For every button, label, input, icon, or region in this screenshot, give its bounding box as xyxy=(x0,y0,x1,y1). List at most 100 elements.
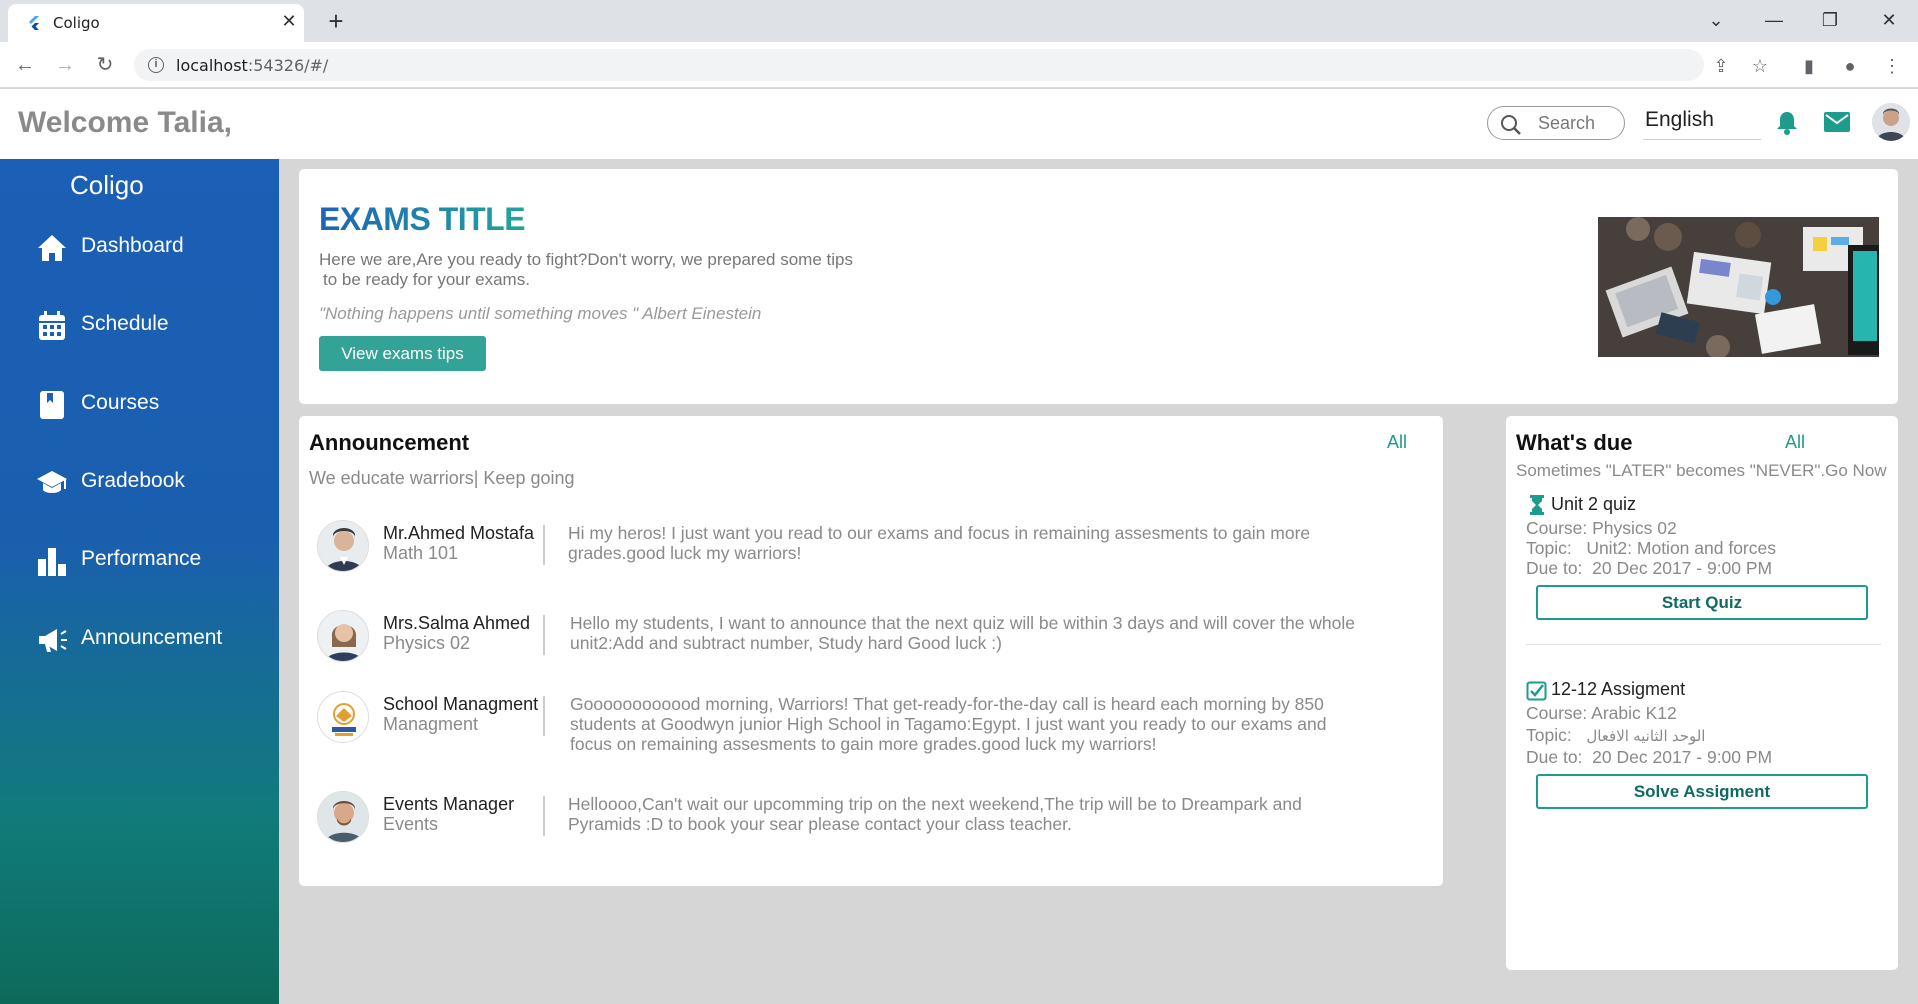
sidebar-item-courses[interactable]: Courses xyxy=(0,380,279,428)
hero-text-line: to be ready for your exams. xyxy=(323,270,530,289)
user-avatar[interactable] xyxy=(1872,103,1910,141)
list-item[interactable]: School Managment Managment Goooooooooood… xyxy=(317,686,1427,754)
due-item-topic: Topic: Unit2: Motion and forces xyxy=(1526,538,1776,559)
due-label: Due to: xyxy=(1526,558,1583,578)
avatar xyxy=(317,610,369,662)
list-item[interactable]: Mrs.Salma Ahmed Physics 02 Hello my stud… xyxy=(317,605,1427,667)
welcome-text: Welcome Talia, xyxy=(18,106,232,139)
url-path: :54326/#/ xyxy=(247,56,329,75)
calendar-icon xyxy=(39,311,65,340)
list-item[interactable]: Mr.Ahmed Mostafa Math 101 Hi my heros! I… xyxy=(317,515,1427,577)
sidebar-item-announcement[interactable]: Announcement xyxy=(0,615,279,663)
view-exams-tips-button[interactable]: View exams tips xyxy=(319,336,486,371)
sidebar: Coligo Dashboard Schedule Courses Gradeb… xyxy=(0,159,279,1004)
site-info-icon[interactable]: i xyxy=(148,57,164,73)
url-input[interactable]: i localhost:54326/#/ xyxy=(134,49,1704,81)
divider xyxy=(543,796,545,836)
announcement-message: Goooooooooood morning, Warriors! That ge… xyxy=(570,694,1327,754)
sidebar-item-label: Announcement xyxy=(81,626,223,649)
flutter-icon xyxy=(29,16,39,30)
divider xyxy=(543,615,545,655)
whats-due-all-link[interactable]: All xyxy=(1785,432,1805,453)
divider xyxy=(543,525,545,565)
due-label: Due to: xyxy=(1526,747,1583,767)
browser-tab-bar: Coligo ✕ + ⌄ — ❐ ✕ xyxy=(0,0,1918,42)
reload-icon[interactable]: ↻ xyxy=(90,50,120,80)
topic-value: الوحد الثانيه الافعال xyxy=(1586,728,1706,745)
app-header: Welcome Talia, Search English xyxy=(0,89,1918,159)
sidebar-item-schedule[interactable]: Schedule xyxy=(0,301,279,349)
avatar xyxy=(317,791,369,843)
announcer-name: Events Manager xyxy=(383,794,515,814)
close-tab-icon[interactable]: ✕ xyxy=(278,10,300,32)
announcer-name: Mrs.Salma Ahmed xyxy=(383,613,531,633)
hourglass-icon xyxy=(1530,495,1544,515)
due-value: 20 Dec 2017 - 9:00 PM xyxy=(1592,558,1773,578)
graduation-cap-icon xyxy=(37,471,67,493)
sidebar-item-dashboard[interactable]: Dashboard xyxy=(0,223,279,271)
announcement-title: Announcement xyxy=(309,430,470,455)
announcer-course: Events xyxy=(383,814,439,834)
home-icon xyxy=(38,235,66,261)
search-icon xyxy=(1501,115,1521,135)
announcement-message: Helloooo,Can't wait our upcomming trip o… xyxy=(568,794,1302,834)
bookmark-star-icon[interactable]: ☆ xyxy=(1748,54,1772,78)
sidebar-item-label: Schedule xyxy=(81,312,169,335)
announcer-course: Physics 02 xyxy=(383,633,471,653)
search-input[interactable]: Search xyxy=(1487,106,1625,140)
new-tab-button[interactable]: + xyxy=(322,7,350,35)
whats-due-card: What's due All Sometimes "LATER" becomes… xyxy=(1506,416,1898,970)
due-item-due-date: Due to: 20 Dec 2017 - 9:00 PM xyxy=(1526,558,1772,579)
due-value: 20 Dec 2017 - 9:00 PM xyxy=(1592,747,1773,767)
sidebar-item-performance[interactable]: Performance xyxy=(0,536,279,584)
due-item-course: Course: Arabic K12 xyxy=(1526,703,1677,723)
announcer-course: Managment xyxy=(383,714,479,734)
due-item-course: Course: Physics 02 xyxy=(1526,518,1677,538)
profile-icon[interactable]: ● xyxy=(1838,54,1862,78)
share-icon[interactable]: ⇪ xyxy=(1709,54,1733,78)
restore-icon[interactable]: ❐ xyxy=(1816,8,1844,32)
announcer-name: School Managment xyxy=(383,694,539,714)
hero-title: EXAMS TITLE xyxy=(319,201,526,237)
hero-quote: "Nothing happens until something moves "… xyxy=(319,304,762,323)
announcement-all-link[interactable]: All xyxy=(1387,432,1407,453)
mail-icon[interactable] xyxy=(1824,112,1850,132)
sidebar-item-label: Gradebook xyxy=(81,469,185,492)
brand-logo-text: Coligo xyxy=(70,170,144,200)
sidebar-item-label: Dashboard xyxy=(81,234,184,257)
topic-value: Unit2: Motion and forces xyxy=(1586,538,1776,558)
sidebar-item-gradebook[interactable]: Gradebook xyxy=(0,458,279,506)
bar-chart-icon xyxy=(38,548,66,576)
divider xyxy=(543,696,545,736)
due-item-assignment: 12-12 Assigment Course: Arabic K12 Topic… xyxy=(1526,677,1886,817)
menu-dots-icon[interactable]: ⋮ xyxy=(1880,54,1904,78)
back-icon[interactable]: ← xyxy=(10,50,40,80)
sidebar-item-label: Courses xyxy=(81,391,160,414)
forward-icon[interactable]: → xyxy=(50,50,80,80)
megaphone-icon xyxy=(39,629,67,652)
whats-due-subtitle: Sometimes "LATER" becomes "NEVER".Go Now xyxy=(1516,461,1887,480)
side-panel-icon[interactable]: ▮ xyxy=(1797,54,1821,78)
search-placeholder: Search xyxy=(1538,113,1596,133)
close-window-icon[interactable]: ✕ xyxy=(1875,8,1903,32)
minimize-icon[interactable]: — xyxy=(1760,8,1788,32)
bell-icon[interactable] xyxy=(1775,110,1799,136)
url-host: localhost xyxy=(176,56,248,75)
start-quiz-button[interactable]: Start Quiz xyxy=(1536,585,1868,620)
tab-search-icon[interactable]: ⌄ xyxy=(1702,8,1730,32)
due-item-due-date: Due to: 20 Dec 2017 - 9:00 PM xyxy=(1526,747,1772,768)
due-item-quiz: Unit 2 quiz Course: Physics 02 Topic: Un… xyxy=(1526,492,1886,632)
browser-tab[interactable]: Coligo ✕ xyxy=(8,4,304,42)
avatar xyxy=(317,520,369,572)
language-select[interactable]: English xyxy=(1643,106,1761,140)
tab-title: Coligo xyxy=(53,14,100,32)
hero-text-line: Here we are,Are you ready to fight?Don't… xyxy=(319,250,853,269)
announcement-subtitle: We educate warriors| Keep going xyxy=(309,468,575,488)
list-item[interactable]: Events Manager Events Helloooo,Can't wai… xyxy=(317,786,1427,848)
due-item-topic: Topic: الوحد الثانيه الافعال xyxy=(1526,725,1705,746)
solve-assignment-button[interactable]: Solve Assigment xyxy=(1536,774,1868,809)
topic-label: Topic: xyxy=(1526,725,1572,745)
book-icon xyxy=(40,391,64,419)
divider xyxy=(1526,644,1881,645)
announcer-course: Math 101 xyxy=(383,543,459,563)
